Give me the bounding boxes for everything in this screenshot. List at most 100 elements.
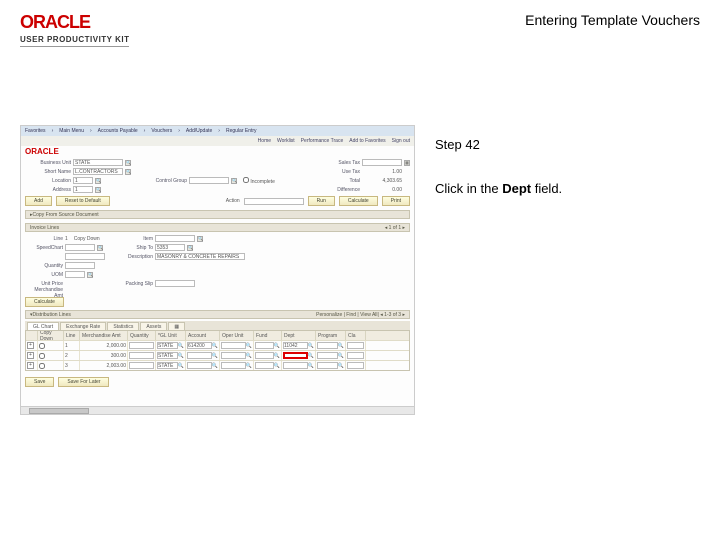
calc-button[interactable]: Calculate bbox=[339, 196, 378, 206]
copydown-checkbox[interactable] bbox=[39, 363, 45, 369]
uom-input[interactable] bbox=[65, 271, 85, 278]
dist-table: Copy Down Line Merchandise Amt Quantity … bbox=[25, 330, 410, 371]
speedchart-input[interactable] bbox=[65, 244, 95, 251]
expand-icon[interactable]: + bbox=[27, 342, 34, 349]
prog-cell[interactable] bbox=[317, 362, 338, 369]
lookup-icon[interactable]: 🔍 bbox=[125, 169, 131, 175]
ctrl-input[interactable] bbox=[189, 177, 229, 184]
copyfrom-header[interactable]: ▸ Copy From Source Document bbox=[25, 210, 410, 219]
app-screenshot: Favorites› Main Menu› Accounts Payable› … bbox=[20, 125, 415, 415]
table-row: + 1 2,000.00 STATE🔍 614200🔍 🔍 🔍 11042🔍 🔍 bbox=[26, 340, 409, 350]
shortname-label: Short Name bbox=[25, 169, 71, 175]
tab-exchange[interactable]: Exchange Rate bbox=[60, 322, 106, 330]
step-label: Step 42 bbox=[435, 137, 700, 152]
expand-icon[interactable]: + bbox=[27, 362, 34, 369]
header-divider bbox=[20, 46, 129, 47]
tab-glchart[interactable]: GL Chart bbox=[27, 322, 59, 330]
oper-cell[interactable] bbox=[221, 362, 246, 369]
copydown-checkbox[interactable] bbox=[39, 353, 45, 359]
print-button[interactable]: Print bbox=[382, 196, 410, 206]
fund-cell[interactable] bbox=[255, 362, 274, 369]
lookup-icon[interactable]: 🔍 bbox=[231, 178, 237, 184]
tab-expand-icon[interactable]: ▦ bbox=[168, 322, 185, 330]
calendar-icon[interactable]: ▦ bbox=[404, 160, 410, 166]
ctrl-label: Control Group bbox=[149, 178, 187, 184]
tab-assets[interactable]: Assets bbox=[140, 322, 167, 330]
table-row: + 3 2,003.00 STATE🔍 🔍 🔍 🔍 🔍 🔍 bbox=[26, 360, 409, 370]
total-val: 4,303.65 bbox=[362, 178, 402, 184]
diff-label: Difference bbox=[322, 187, 360, 193]
incomplete-checkbox[interactable] bbox=[243, 177, 249, 183]
qty-cell[interactable] bbox=[129, 342, 154, 349]
salestax-label: Sales Tax bbox=[322, 160, 360, 166]
action-label: Action bbox=[226, 198, 240, 204]
cla-cell[interactable] bbox=[347, 362, 364, 369]
desc-input[interactable]: MASONRY & CONCRETE REPAIRS bbox=[155, 253, 245, 260]
page-title: Entering Template Vouchers bbox=[525, 12, 700, 28]
address-label: Address bbox=[25, 187, 71, 193]
lookup-icon[interactable]: 🔍 bbox=[95, 187, 101, 193]
total-label: Total bbox=[322, 178, 360, 184]
tab-stats[interactable]: Statistics bbox=[107, 322, 139, 330]
oper-cell[interactable] bbox=[221, 342, 246, 349]
unit-cell[interactable]: STATE bbox=[157, 362, 178, 369]
acct-cell[interactable] bbox=[187, 352, 212, 359]
horizontal-scrollbar[interactable] bbox=[21, 406, 414, 414]
qty-input[interactable] bbox=[65, 262, 95, 269]
lookup-icon[interactable]: 🔍 bbox=[87, 272, 93, 278]
usetax-label: Use Tax bbox=[322, 169, 360, 175]
diff-val: 0.00 bbox=[362, 187, 402, 193]
qty-cell[interactable] bbox=[129, 352, 154, 359]
fund-cell[interactable] bbox=[255, 342, 274, 349]
dept-field[interactable] bbox=[283, 352, 308, 359]
usetax-val: 1.00 bbox=[362, 169, 402, 175]
table-row: + 2 300.00 STATE🔍 🔍 🔍 🔍 🔍 🔍 bbox=[26, 350, 409, 360]
location-input[interactable]: 1 bbox=[73, 177, 93, 184]
salestax-input[interactable] bbox=[362, 159, 402, 166]
dept-cell[interactable] bbox=[283, 362, 308, 369]
prog-cell[interactable] bbox=[317, 352, 338, 359]
acct-cell[interactable] bbox=[187, 362, 212, 369]
add-button[interactable]: Add bbox=[25, 196, 52, 206]
instruction-text: Click in the Dept field. bbox=[435, 180, 700, 198]
oper-cell[interactable] bbox=[221, 352, 246, 359]
instruction-panel: Step 42 Click in the Dept field. bbox=[435, 125, 700, 415]
unit-cell[interactable]: STATE bbox=[157, 352, 178, 359]
save-later-button[interactable]: Save For Later bbox=[58, 377, 109, 387]
item-input[interactable] bbox=[155, 235, 195, 242]
qty-cell[interactable] bbox=[129, 362, 154, 369]
lookup-icon[interactable]: 🔍 bbox=[97, 245, 103, 251]
cla-cell[interactable] bbox=[347, 352, 364, 359]
unit-cell[interactable]: STATE bbox=[157, 342, 178, 349]
bu-input[interactable]: STATE bbox=[73, 159, 123, 166]
lookup-icon[interactable]: 🔍 bbox=[125, 160, 131, 166]
copydown-checkbox[interactable] bbox=[39, 343, 45, 349]
copydown-link[interactable]: Copy Down bbox=[74, 236, 100, 242]
action-select[interactable] bbox=[244, 198, 304, 205]
dept-cell[interactable]: 11042 bbox=[283, 342, 308, 349]
bu-label: Business Unit bbox=[25, 160, 71, 166]
top-nav: Home Worklist Performance Trace Add to F… bbox=[21, 136, 414, 146]
prog-cell[interactable] bbox=[317, 342, 338, 349]
breadcrumb: Favorites› Main Menu› Accounts Payable› … bbox=[21, 126, 414, 136]
packslip-input[interactable] bbox=[155, 280, 195, 287]
dist-tabs: GL Chart Exchange Rate Statistics Assets… bbox=[25, 321, 410, 330]
line-calc-button[interactable]: Calculate bbox=[25, 297, 64, 307]
expand-icon[interactable]: + bbox=[27, 352, 34, 359]
shortname-input[interactable]: L.CONTRACTORS bbox=[73, 168, 123, 175]
field-input[interactable] bbox=[65, 253, 105, 260]
lookup-icon[interactable]: 🔍 bbox=[95, 178, 101, 184]
cla-cell[interactable] bbox=[347, 342, 364, 349]
lookup-icon[interactable]: 🔍 bbox=[197, 236, 203, 242]
dist-nav[interactable]: Personalize | Find | View All bbox=[316, 312, 377, 318]
fund-cell[interactable] bbox=[255, 352, 274, 359]
save-button[interactable]: Save bbox=[25, 377, 54, 387]
run-button[interactable]: Run bbox=[308, 196, 335, 206]
address-input[interactable]: 1 bbox=[73, 186, 93, 193]
reset-button[interactable]: Reset to Default bbox=[56, 196, 110, 206]
acct-cell[interactable]: 614200 bbox=[187, 342, 212, 349]
app-logo: ORACLE bbox=[25, 147, 59, 156]
lookup-icon[interactable]: 🔍 bbox=[187, 245, 193, 251]
brand-logo-group: ORACLE USER PRODUCTIVITY KIT bbox=[20, 12, 129, 47]
shipto-input[interactable]: 5353 bbox=[155, 244, 185, 251]
